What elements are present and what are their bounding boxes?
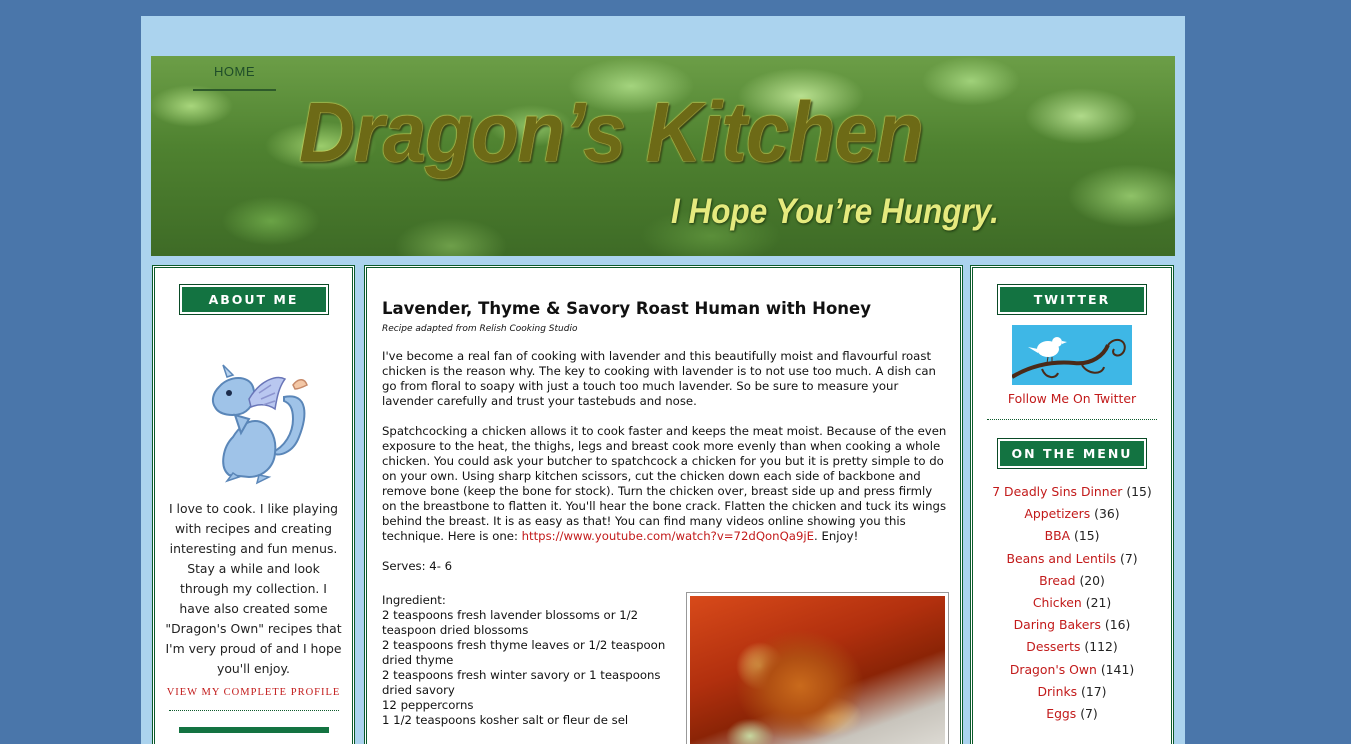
menu-category-link[interactable]: Dragon's Own [1010,662,1097,677]
ingredient-item: 12 peppercorns [382,698,474,712]
view-profile-link[interactable]: VIEW MY COMPLETE PROFILE [155,687,352,698]
menu-category-link[interactable]: Appetizers [1024,506,1090,521]
menu-category-count: (17) [1081,683,1107,699]
menu-category-item: Eggs (7) [973,703,1171,725]
menu-category-link[interactable]: Daring Bakers [1014,617,1101,632]
post-title[interactable]: Lavender, Thyme & Savory Roast Human wit… [382,299,871,318]
menu-category-list: 7 Deadly Sins Dinner (15) Appetizers (36)… [973,481,1171,725]
site-logo[interactable]: Dragon’s Kitchen [299,84,924,181]
roast-chicken-photo[interactable] [686,592,949,744]
menu-category-link[interactable]: Eggs [1046,706,1076,721]
menu-category-item: BBA (15) [973,525,1171,547]
site-tagline: I Hope You’re Hungry. [671,192,999,232]
divider [987,419,1157,420]
menu-category-item: Appetizers (36) [973,503,1171,525]
ingredient-item: 2 teaspoons fresh thyme leaves or 1/2 te… [382,638,666,667]
next-widget-heading [178,727,329,733]
left-sidebar: ABOUT ME I love to cook. I like playing … [152,265,355,744]
post-paragraph: Spatchcocking a chicken allows it to coo… [382,424,950,544]
menu-category-item: Bread (20) [973,570,1171,592]
menu-category-link[interactable]: Beans and Lentils [1006,551,1116,566]
about-me-text: I love to cook. I like playing with reci… [165,501,342,676]
post-title-bold: Human [694,299,761,318]
menu-category-link[interactable]: Bread [1039,573,1075,588]
nav-home-link[interactable]: HOME [193,64,276,91]
header-banner: HOME Dragon’s Kitchen I Hope You’re Hung… [151,56,1175,256]
menu-category-link[interactable]: Drinks [1038,684,1078,699]
ingredients-label: Ingredient: [382,593,446,607]
menu-category-count: (141) [1100,661,1135,677]
on-the-menu-heading: ON THE MENU [997,438,1147,469]
follow-twitter-link[interactable]: Follow Me On Twitter [973,391,1171,406]
menu-category-link[interactable]: Chicken [1033,595,1082,610]
menu-category-link[interactable]: BBA [1045,528,1070,543]
ingredient-item: 2 teaspoons fresh winter savory or 1 tea… [382,668,661,697]
divider [168,710,339,711]
post-paragraph-text: Spatchcocking a chicken allows it to coo… [382,424,947,543]
menu-category-count: (36) [1094,506,1120,522]
menu-category-count: (112) [1084,639,1118,655]
ingredients-list: Ingredient: 2 teaspoons fresh lavender b… [382,593,672,728]
youtube-link[interactable]: https://www.youtube.com/watch?v=72dQonQa… [522,529,814,543]
menu-category-item: 7 Deadly Sins Dinner (15) [973,481,1171,503]
serves-text: Serves: 4- 6 [382,559,453,573]
about-me-heading: ABOUT ME [178,284,329,315]
menu-category-item: Beans and Lentils (7) [973,548,1171,570]
menu-category-item: Dragon's Own (141) [973,659,1171,681]
post-title-part: with Honey [760,299,871,318]
post-paragraph-text: . Enjoy! [814,529,859,543]
ingredient-item: 1 1/2 teaspoons kosher salt or fleur de … [382,713,629,727]
twitter-bird-graphic [1012,337,1126,379]
menu-category-count: (21) [1085,595,1112,611]
menu-category-count: (7) [1119,550,1138,566]
ingredient-item: 2 teaspoons fresh lavender blossoms or 1… [382,608,639,637]
post-body: I've become a real fan of cooking with l… [382,349,950,589]
twitter-bird-icon[interactable] [1012,325,1132,385]
menu-category-item: Chicken (21) [973,592,1171,614]
menu-category-item: Daring Bakers (16) [973,614,1171,636]
twitter-heading: TWITTER [997,284,1147,315]
dragon-avatar-icon[interactable] [189,357,319,487]
photo-image [690,596,945,744]
menu-category-item: Desserts (112) [973,636,1171,658]
menu-category-link[interactable]: 7 Deadly Sins Dinner [992,484,1122,499]
post-paragraph: I've become a real fan of cooking with l… [382,349,936,408]
post-subtitle: Recipe adapted from Relish Cooking Studi… [382,324,578,334]
menu-category-count: (15) [1074,528,1100,544]
menu-category-count: (20) [1079,572,1105,588]
tagline-text: I Hope You’re Hungry. [671,192,999,231]
menu-category-count: (16) [1104,617,1131,633]
menu-category-link[interactable]: Desserts [1026,639,1080,654]
post-title-part: Lavender, Thyme & Savory Roast [382,299,695,318]
menu-category-item: Drinks (17) [973,681,1171,703]
menu-category-count: (7) [1080,706,1098,722]
right-sidebar: TWITTER Follow Me On Twitter ON THE MENU… [970,265,1174,744]
menu-category-count: (15) [1126,484,1152,499]
main-post: Lavender, Thyme & Savory Roast Human wit… [364,265,963,744]
